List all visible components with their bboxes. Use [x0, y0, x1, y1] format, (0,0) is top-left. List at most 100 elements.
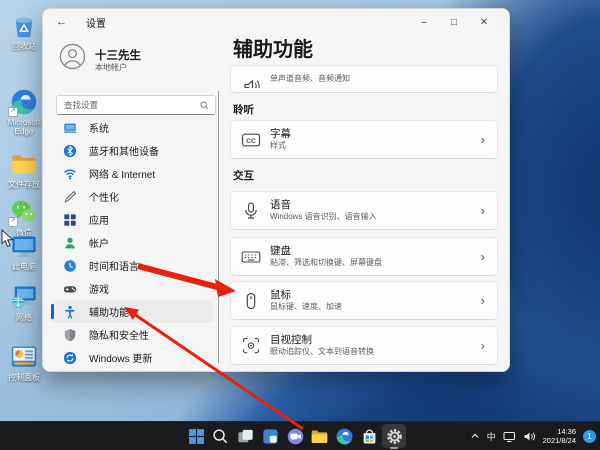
card-title: 语音	[270, 199, 377, 211]
keyboard-icon	[241, 247, 261, 267]
maximize-button[interactable]: □	[439, 11, 469, 33]
chevron-right-icon: ›	[481, 203, 485, 218]
gaming-icon	[63, 282, 77, 296]
bluetooth-icon	[63, 144, 77, 158]
shortcut-arrow-icon: ↗	[8, 217, 18, 227]
start-button[interactable]	[184, 424, 208, 448]
sidebar-item-label: 个性化	[89, 189, 119, 204]
card-subtitle: 眼动追踪仪、文本到语音转换	[270, 347, 374, 357]
chevron-right-icon: ›	[481, 293, 485, 308]
desktop-icon-label: 网络	[16, 313, 32, 322]
desktop-icon-label: 控制面板	[8, 373, 40, 382]
desktop-icon-recycle-bin[interactable]: 回收站	[3, 12, 45, 51]
store-icon	[360, 427, 379, 446]
sidebar-item-label: 网络 & Internet	[89, 166, 155, 181]
recycle-bin-icon	[10, 12, 38, 40]
network-internet-icon	[63, 167, 77, 181]
sidebar-item-apps[interactable]: 应用	[51, 208, 213, 231]
edge-browser-button[interactable]	[333, 424, 357, 448]
network-icon	[10, 283, 38, 311]
sidebar-item-label: 帐户	[89, 235, 109, 250]
settings-card-audio[interactable]: 单声道音频、音频通知	[230, 65, 498, 93]
chat-icon	[286, 427, 305, 446]
file-explorer-button[interactable]	[308, 424, 332, 448]
svg-text:CC: CC	[246, 137, 256, 144]
sidebar-item-bluetooth[interactable]: 蓝牙和其他设备	[51, 139, 213, 162]
search-icon	[200, 101, 209, 110]
window-titlebar: ← 设置 – □ ✕	[43, 9, 509, 35]
sidebar-item-accessibility[interactable]: 辅助功能	[51, 300, 213, 323]
desktop-icon-network[interactable]: 网络	[3, 283, 45, 322]
desktop-icon-edge[interactable]: ↗Microsoft Edge	[3, 88, 45, 136]
personalization-icon	[63, 190, 77, 204]
sidebar-item-label: 时间和语言	[89, 258, 139, 273]
system-tray: 中 14:36 2021/8/24 1	[470, 422, 596, 450]
settings-card-mouse[interactable]: 鼠标鼠标键、速度、加速›	[230, 281, 498, 320]
account-type: 本地帐户	[95, 62, 127, 73]
task-view-icon	[236, 427, 255, 446]
sidebar-item-windows-update[interactable]: Windows 更新	[51, 346, 213, 369]
desktop-icon-label: 此电脑	[12, 262, 36, 271]
settings-card-eye-control[interactable]: 目视控制眼动追踪仪、文本到语音转换›	[230, 326, 498, 365]
sidebar-item-personalization[interactable]: 个性化	[51, 185, 213, 208]
windows-update-icon	[63, 351, 77, 365]
search-input[interactable]: 查找设置	[56, 95, 216, 115]
store-button[interactable]	[357, 424, 381, 448]
page-title: 辅助功能	[233, 33, 313, 62]
chevron-right-icon: ›	[481, 249, 485, 264]
minimize-button[interactable]: –	[409, 11, 439, 33]
ime-indicator[interactable]: 中	[487, 430, 496, 443]
taskbar: 中 14:36 2021/8/24 1	[0, 421, 600, 450]
sidebar-item-system[interactable]: 系统	[51, 116, 213, 139]
edge-browser-icon	[335, 427, 354, 446]
search-button[interactable]	[209, 424, 233, 448]
audio-icon	[241, 76, 261, 88]
sidebar-item-accounts[interactable]: 帐户	[51, 231, 213, 254]
card-subtitle: 粘滞、筛选和切换键、屏幕键盘	[270, 258, 382, 268]
chevron-right-icon: ›	[481, 132, 485, 147]
task-view-button[interactable]	[234, 424, 258, 448]
account-name: 十三先生	[95, 47, 141, 63]
sidebar-item-network-internet[interactable]: 网络 & Internet	[51, 162, 213, 185]
window-controls: – □ ✕	[409, 11, 499, 33]
apps-icon	[63, 213, 77, 227]
network-icon[interactable]	[503, 430, 516, 443]
card-subtitle: 样式	[270, 141, 291, 151]
tray-expand-chevron-icon[interactable]	[470, 431, 480, 441]
sidebar-item-time-language[interactable]: 时间和语言	[51, 254, 213, 277]
volume-icon[interactable]	[523, 430, 536, 443]
desktop-icon-file-folder[interactable]: 文件存放	[3, 150, 45, 189]
card-title: 目视控制	[270, 334, 374, 346]
back-arrow-icon[interactable]: ←	[56, 16, 67, 28]
card-subtitle: Windows 语音识别、语音输入	[270, 212, 377, 222]
sidebar-item-label: 应用	[89, 212, 109, 227]
captions-icon: CC	[241, 130, 261, 150]
start-icon	[187, 427, 206, 446]
settings-card-captions[interactable]: CC字幕样式›	[230, 120, 498, 159]
mouse-cursor	[1, 229, 14, 248]
settings-card-keyboard[interactable]: 键盘粘滞、筛选和切换键、屏幕键盘 ›	[230, 237, 498, 276]
sidebar-item-gaming[interactable]: 游戏	[51, 277, 213, 300]
sidebar-item-label: 蓝牙和其他设备	[89, 143, 159, 158]
widgets-button[interactable]	[258, 424, 282, 448]
taskbar-clock[interactable]: 14:36 2021/8/24	[543, 427, 576, 445]
wechat-icon: ↗	[10, 198, 38, 226]
eye-control-icon	[241, 336, 261, 356]
settings-card-speech[interactable]: 语音Windows 语音识别、语音输入 ›	[230, 191, 498, 230]
mouse-icon	[241, 291, 261, 311]
card-title: 键盘	[270, 245, 382, 257]
card-subtitle: 鼠标键、速度、加速	[270, 302, 342, 312]
sidebar-item-label: 隐私和安全性	[89, 327, 149, 342]
chat-button[interactable]	[283, 424, 307, 448]
sidebar-item-label: 系统	[89, 120, 109, 135]
card-subtitle: 单声道音频、音频通知	[270, 74, 350, 84]
nav-scrollbar[interactable]	[218, 91, 219, 363]
close-button[interactable]: ✕	[469, 11, 499, 33]
sidebar-item-privacy[interactable]: 隐私和安全性	[51, 323, 213, 346]
desktop-icon-control-panel[interactable]: 控制面板	[3, 343, 45, 382]
notification-badge[interactable]: 1	[583, 430, 596, 443]
desktop-icon-label: 文件存放	[8, 180, 40, 189]
search-icon	[211, 427, 230, 446]
desktop-icon-label: 回收站	[12, 42, 36, 51]
settings-button[interactable]	[382, 424, 406, 448]
